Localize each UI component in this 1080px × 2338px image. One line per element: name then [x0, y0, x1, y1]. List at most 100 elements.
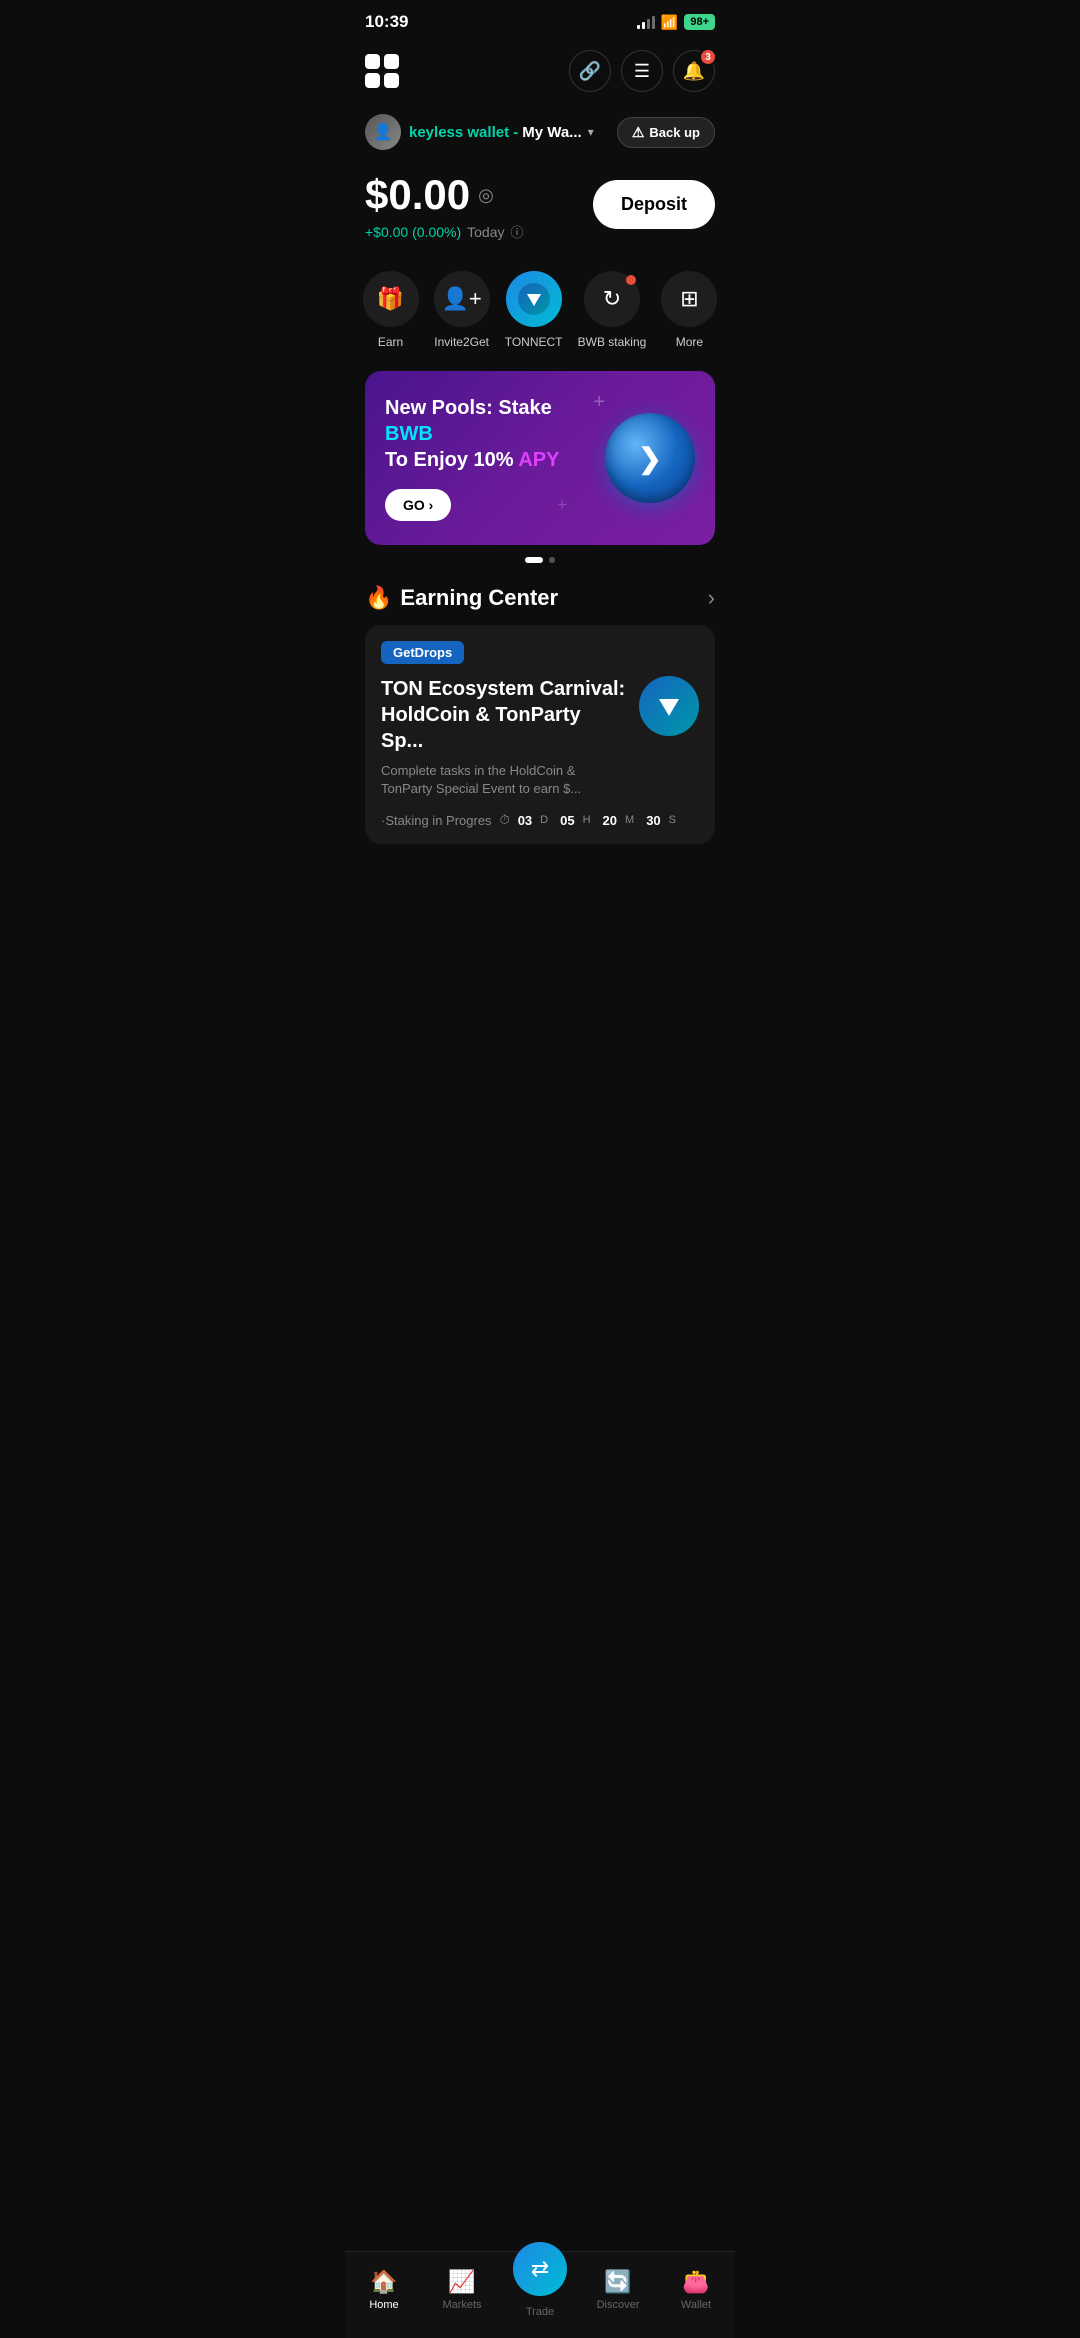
coin-arrow-icon: ❯: [638, 442, 661, 475]
trade-icon: ⇄: [531, 2256, 549, 2282]
nav-wallet[interactable]: 👛 Wallet: [666, 2269, 726, 2311]
earning-center-title: Earning Center: [400, 585, 558, 611]
balance-change-text: +$0.00 (0.00%): [365, 224, 461, 240]
banner-title: New Pools: Stake BWB To Enjoy 10% APY: [385, 395, 605, 473]
fire-emoji: 🔥: [365, 585, 392, 611]
wallet-avatar: 👤: [365, 114, 401, 150]
balance-today: Today: [467, 224, 504, 240]
wallet-label: Wallet: [681, 2299, 711, 2311]
bwb-icon-wrap: ↻: [584, 271, 640, 327]
card-icon-wrap: [639, 676, 699, 736]
logo-icon[interactable]: [365, 54, 399, 88]
banner-dot-1: [525, 557, 543, 563]
more-label: More: [676, 335, 703, 349]
banner-line1: New Pools: Stake: [385, 397, 552, 419]
wifi-icon: 📶: [661, 14, 678, 31]
status-time: 10:39: [365, 12, 408, 32]
discover-label: Discover: [597, 2299, 640, 2311]
card-title: TON Ecosystem Carnival: HoldCoin & TonPa…: [381, 676, 627, 754]
action-more[interactable]: ⊞ More: [661, 271, 717, 349]
timer-minutes: 20: [603, 813, 617, 828]
chevron-down-icon: ▾: [588, 125, 594, 139]
action-earn[interactable]: 🎁 Earn: [363, 271, 419, 349]
trade-label: Trade: [526, 2306, 554, 2318]
tonnect-logo: [518, 283, 550, 315]
chevron-right-icon[interactable]: ›: [708, 585, 715, 611]
tonnect-icon-wrap: [506, 271, 562, 327]
eye-icon[interactable]: ◎: [478, 185, 494, 206]
signal-icon: [637, 15, 655, 29]
earning-card[interactable]: GetDrops TON Ecosystem Carnival: HoldCoi…: [365, 625, 715, 844]
markets-label: Markets: [442, 2299, 481, 2311]
staking-icon: ↻: [603, 286, 621, 312]
earn-icon-wrap: 🎁: [363, 271, 419, 327]
nav-right: 🔗 ☰ 🔔 3: [569, 50, 715, 92]
invite-label: Invite2Get: [434, 335, 489, 349]
wallet-name: My Wa...: [522, 124, 581, 141]
banner-right: ❯: [605, 413, 695, 503]
clock-icon: ⏱: [500, 812, 510, 828]
balance-amount-row: $0.00 ◎: [365, 174, 524, 216]
action-tonnect[interactable]: TONNECT: [505, 271, 563, 349]
markets-icon: 📈: [448, 2269, 475, 2295]
card-text: TON Ecosystem Carnival: HoldCoin & TonPa…: [381, 676, 627, 798]
earning-center: 🔥 Earning Center › GetDrops TON Ecosyste…: [345, 575, 735, 854]
red-dot-indicator: [626, 275, 636, 285]
person-add-icon: 👤+: [442, 286, 482, 312]
invite-icon-wrap: 👤+: [434, 271, 490, 327]
nav-markets[interactable]: 📈 Markets: [432, 2269, 492, 2311]
home-label: Home: [369, 2299, 398, 2311]
balance-change-row: +$0.00 (0.00%) Today ⓘ: [365, 222, 524, 241]
card-tonnect-triangle: [659, 699, 679, 716]
card-desc: Complete tasks in the HoldCoin & TonPart…: [381, 762, 627, 798]
days-label: D: [540, 814, 548, 826]
staking-progress-label: ·Staking in Progres: [381, 813, 492, 828]
trade-button[interactable]: ⇄: [513, 2242, 567, 2296]
wallet-icon: 👛: [682, 2269, 709, 2295]
section-header: 🔥 Earning Center ›: [365, 585, 715, 611]
nav-home[interactable]: 🏠 Home: [354, 2269, 414, 2311]
nav-trade[interactable]: ⇄ Trade: [510, 2262, 570, 2318]
wallet-header: 👤 keyless wallet - My Wa... ▾ ⚠ Back up: [345, 106, 735, 158]
coin-outer: ❯: [605, 413, 695, 503]
balance-section: $0.00 ◎ +$0.00 (0.00%) Today ⓘ Deposit: [345, 158, 735, 251]
grid-icon: ⊞: [680, 286, 698, 312]
banner-line2: To Enjoy 10%: [385, 449, 518, 471]
promo-banner[interactable]: New Pools: Stake BWB To Enjoy 10% APY GO…: [365, 371, 715, 545]
backup-button[interactable]: ⚠ Back up: [617, 117, 715, 148]
top-nav: 🔗 ☰ 🔔 3: [345, 40, 735, 102]
earn-label: Earn: [378, 335, 403, 349]
info-icon: ⓘ: [510, 222, 523, 241]
more-icon-wrap: ⊞: [661, 271, 717, 327]
bottom-nav: 🏠 Home 📈 Markets ⇄ Trade 🔄 Discover 👛 Wa…: [345, 2251, 735, 2338]
link-button[interactable]: 🔗: [569, 50, 611, 92]
wallet-name-row[interactable]: keyless wallet - My Wa... ▾: [409, 124, 594, 141]
action-invite[interactable]: 👤+ Invite2Get: [434, 271, 490, 349]
notification-button[interactable]: 🔔 3: [673, 50, 715, 92]
balance-left: $0.00 ◎ +$0.00 (0.00%) Today ⓘ: [365, 174, 524, 241]
banner-section: New Pools: Stake BWB To Enjoy 10% APY GO…: [345, 359, 735, 575]
balance-amount: $0.00: [365, 174, 470, 216]
discover-icon: 🔄: [604, 2269, 631, 2295]
menu-button[interactable]: ☰: [621, 50, 663, 92]
gift-icon: 🎁: [377, 286, 404, 312]
status-icons: 📶 98+: [637, 14, 715, 31]
tonnect-triangle: [527, 294, 541, 306]
deposit-button[interactable]: Deposit: [593, 180, 715, 229]
timer-seconds: 30: [646, 813, 660, 828]
timer-hours: 05: [560, 813, 574, 828]
card-footer: ·Staking in Progres ⏱ 03 D 05 H 20 M 30 …: [381, 812, 699, 828]
seconds-label: S: [669, 814, 676, 826]
nav-discover[interactable]: 🔄 Discover: [588, 2269, 648, 2311]
banner-left: New Pools: Stake BWB To Enjoy 10% APY GO…: [385, 395, 605, 521]
card-content: TON Ecosystem Carnival: HoldCoin & TonPa…: [381, 676, 699, 798]
action-bwb[interactable]: ↻ BWB staking: [578, 271, 647, 349]
wallet-left[interactable]: 👤 keyless wallet - My Wa... ▾: [365, 114, 594, 150]
section-title: 🔥 Earning Center: [365, 585, 558, 611]
banner-highlight-apy: APY: [518, 449, 559, 471]
getdrops-badge: GetDrops: [381, 641, 464, 664]
bwb-label: BWB staking: [578, 335, 647, 349]
quick-actions: 🎁 Earn 👤+ Invite2Get TONNECT ↻ BWB staki…: [345, 251, 735, 359]
hours-label: H: [583, 814, 591, 826]
go-button[interactable]: GO ›: [385, 489, 451, 521]
